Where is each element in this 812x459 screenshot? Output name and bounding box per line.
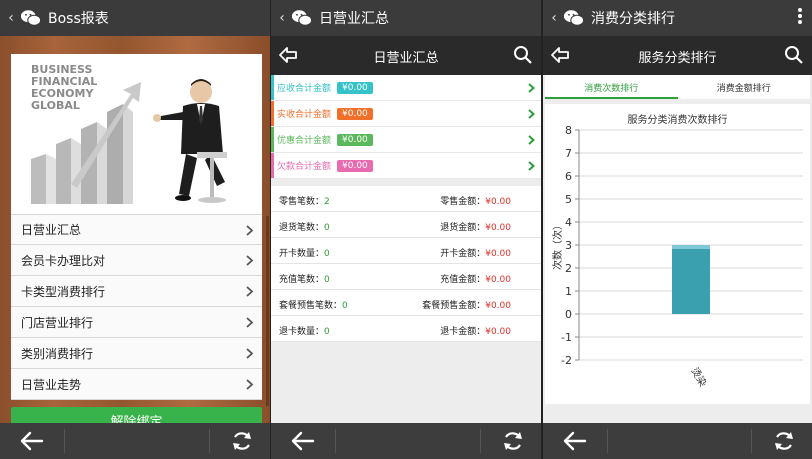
wechat-logo-icon bbox=[563, 10, 585, 26]
y-tick-label: 1 bbox=[565, 285, 572, 298]
chevron-right-icon bbox=[528, 161, 535, 171]
menu-item-card-type-ranking[interactable]: 卡类型消费排行 bbox=[11, 276, 262, 307]
y-tick-label: -2 bbox=[561, 354, 572, 367]
page-title: 日营业汇总 bbox=[373, 51, 439, 66]
chart-container: 服务分类消费次数排行 8 7 6 5 4 3 2 1 0 -1 -2 次数（次） 烫染 bbox=[545, 104, 810, 404]
amount-badge: ¥0.00 bbox=[337, 107, 373, 120]
refresh-icon[interactable] bbox=[772, 430, 796, 452]
chevron-right-icon bbox=[528, 83, 535, 93]
wechat-title-bar: ‹ 消费分类排行 bbox=[543, 0, 812, 36]
chevron-right-icon bbox=[246, 255, 254, 266]
app-header: 服务分类排行 bbox=[543, 36, 812, 75]
stats-table: 零售笔数：2 零售金额：¥0.00 退货笔数：0 退货金额：¥0.00 开卡数量… bbox=[271, 186, 541, 342]
page-title: 服务分类排行 bbox=[638, 51, 717, 66]
refresh-icon[interactable] bbox=[230, 430, 254, 452]
back-arrow-icon[interactable] bbox=[18, 430, 46, 452]
search-icon[interactable] bbox=[784, 45, 804, 65]
y-tick-label: 7 bbox=[565, 147, 572, 160]
back-arrow-icon[interactable] bbox=[561, 430, 589, 452]
banner-illustration bbox=[31, 79, 227, 204]
wechat-title-bar: ‹ 日营业汇总 bbox=[271, 0, 541, 36]
summary-row-discount[interactable]: 优惠合计金额 ¥0.00 bbox=[271, 127, 541, 153]
tab-count-ranking[interactable]: 消费次数排行 bbox=[545, 75, 678, 99]
daily-summary-panel: ‹ 日营业汇总 日营业汇总 应收合计金额 ¥0.00 实收合计金额 ¥0.00 … bbox=[271, 0, 541, 459]
wechat-back-arrow-icon[interactable]: ‹ bbox=[547, 10, 561, 26]
amount-badge: ¥0.00 bbox=[337, 133, 373, 146]
chevron-right-icon bbox=[246, 317, 254, 328]
more-menu-icon[interactable] bbox=[798, 8, 802, 26]
boss-report-panel: ‹ Boss报表 BUSINESS FINANCIAL ECONOMY GLOB… bbox=[0, 0, 270, 459]
wechat-title: 消费分类排行 bbox=[591, 11, 675, 27]
chevron-right-icon bbox=[528, 109, 535, 119]
x-tick-label: 烫染 bbox=[688, 365, 709, 389]
wechat-back-arrow-icon[interactable]: ‹ bbox=[275, 10, 289, 26]
amount-badge: ¥0.00 bbox=[337, 81, 373, 94]
menu-item-store-ranking[interactable]: 门店营业排行 bbox=[11, 307, 262, 338]
wechat-back-arrow-icon[interactable]: ‹ bbox=[4, 10, 18, 26]
refresh-icon[interactable] bbox=[501, 430, 525, 452]
bottom-toolbar bbox=[271, 423, 541, 459]
y-tick-label: 4 bbox=[565, 216, 572, 229]
wood-background: BUSINESS FINANCIAL ECONOMY GLOBAL 日营业汇总 … bbox=[0, 36, 270, 433]
menu-item-category-ranking[interactable]: 类别消费排行 bbox=[11, 338, 262, 369]
y-tick-label: -1 bbox=[561, 331, 572, 344]
chevron-right-icon bbox=[528, 135, 535, 145]
wechat-title: Boss报表 bbox=[48, 11, 109, 27]
bar-highlight bbox=[672, 245, 710, 249]
wechat-title: 日营业汇总 bbox=[319, 11, 389, 27]
chevron-right-icon bbox=[246, 348, 254, 359]
y-tick-label: 8 bbox=[565, 124, 572, 137]
scrollbar[interactable] bbox=[266, 216, 269, 406]
y-tick-label: 6 bbox=[565, 170, 572, 183]
app-header: 日营业汇总 bbox=[271, 36, 541, 75]
y-axis-label: 次数（次） bbox=[551, 220, 564, 270]
summary-list: 应收合计金额 ¥0.00 实收合计金额 ¥0.00 优惠合计金额 ¥0.00 欠… bbox=[271, 75, 541, 179]
chevron-right-icon bbox=[246, 286, 254, 297]
menu-item-daily-trend[interactable]: 日营业走势 bbox=[11, 369, 262, 400]
summary-row-received[interactable]: 实收合计金额 ¥0.00 bbox=[271, 101, 541, 127]
tab-amount-ranking[interactable]: 消费金额排行 bbox=[678, 75, 811, 99]
menu-item-card-comparison[interactable]: 会员卡办理比对 bbox=[11, 245, 262, 276]
chevron-right-icon bbox=[246, 379, 254, 390]
summary-row-receivable[interactable]: 应收合计金额 ¥0.00 bbox=[271, 75, 541, 101]
bottom-toolbar bbox=[0, 423, 270, 459]
amount-badge: ¥0.00 bbox=[337, 159, 373, 172]
y-tick-label: 5 bbox=[565, 193, 572, 206]
bottom-toolbar bbox=[543, 423, 812, 459]
search-icon[interactable] bbox=[513, 45, 533, 65]
stat-row: 退货笔数：0 退货金额：¥0.00 bbox=[271, 212, 541, 238]
stat-row: 零售笔数：2 零售金额：¥0.00 bbox=[271, 186, 541, 212]
y-tick-label: 3 bbox=[565, 239, 572, 252]
bar-chart: 8 7 6 5 4 3 2 1 0 -1 -2 次数（次） 烫染 bbox=[551, 124, 803, 389]
menu-item-daily-summary[interactable]: 日营业汇总 bbox=[11, 214, 262, 245]
wechat-title-bar: ‹ Boss报表 bbox=[0, 0, 270, 36]
business-banner-image: BUSINESS FINANCIAL ECONOMY GLOBAL bbox=[11, 54, 262, 214]
wechat-logo-icon bbox=[291, 10, 313, 26]
stat-row: 开卡数量：0 开卡金额：¥0.00 bbox=[271, 238, 541, 264]
y-tick-label: 2 bbox=[565, 262, 572, 275]
bar bbox=[672, 245, 710, 314]
stat-row: 充值笔数：0 充值金额：¥0.00 bbox=[271, 264, 541, 290]
chevron-right-icon bbox=[246, 225, 254, 236]
category-ranking-panel: ‹ 消费分类排行 服务分类排行 消费次数排行 消费金额排行 服务分类消费次数排行… bbox=[543, 0, 812, 459]
stat-row: 套餐预售笔数：0 套餐预售金额：¥0.00 bbox=[271, 290, 541, 316]
wechat-logo-icon bbox=[20, 10, 42, 26]
report-menu-list: 日营业汇总 会员卡办理比对 卡类型消费排行 门店营业排行 类别消费排行 日营业走… bbox=[11, 214, 262, 400]
y-tick-label: 0 bbox=[565, 308, 572, 321]
summary-row-arrears[interactable]: 欠款合计金额 ¥0.00 bbox=[271, 153, 541, 179]
ranking-tabs: 消费次数排行 消费金额排行 bbox=[545, 75, 810, 99]
back-arrow-icon[interactable] bbox=[289, 430, 317, 452]
stat-row: 退卡数量：0 退卡金额：¥0.00 bbox=[271, 316, 541, 342]
